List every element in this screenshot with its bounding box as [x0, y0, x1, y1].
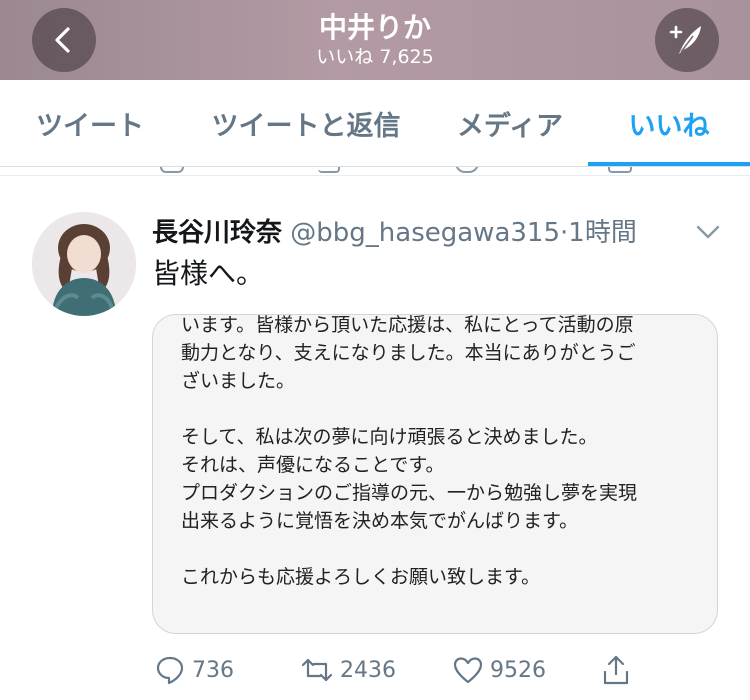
- image-text-line: そして、私は次の夢に向け頑張ると決めました。: [181, 426, 598, 448]
- tab-media-label: メディア: [456, 110, 564, 142]
- profile-tabs: ツイート ツイートと返信 メディア いいね: [0, 80, 750, 167]
- image-text-line: [181, 535, 701, 563]
- tab-likes[interactable]: いいね: [588, 80, 750, 166]
- tweet-actions: 736 2436 9526: [0, 650, 750, 694]
- image-text-line: それは、声優になることです。: [181, 454, 445, 476]
- tweet-timestamp: ·1時間: [560, 218, 637, 248]
- share-button[interactable]: [600, 654, 632, 686]
- tweet-image[interactable]: います。皆様から頂いた応援は、私にとって活動の原 動力となり、支えになりました。…: [152, 314, 718, 634]
- image-text-line: これからも応援よろしくお願い致します。: [181, 566, 541, 588]
- like-button[interactable]: 9526: [452, 654, 546, 686]
- active-tab-indicator: [588, 162, 750, 166]
- image-text-line: います。皆様から頂いた応援は、私にとって活動の原: [181, 314, 634, 336]
- tab-tweets-and-replies[interactable]: ツイートと返信: [180, 80, 432, 166]
- like-icon: [453, 657, 483, 684]
- image-text-line: 動力となり、支えになりました。本当にありがとうご: [181, 342, 636, 364]
- previous-tweet-actions: [0, 167, 750, 175]
- header-title: 中井りか: [318, 11, 431, 44]
- image-text-line: 出来るように覚悟を決め本気でがんばります。: [181, 510, 579, 532]
- retweet-count: 2436: [340, 657, 396, 683]
- chevron-down-icon[interactable]: [694, 222, 722, 242]
- like-count: 9526: [490, 657, 546, 683]
- tab-tweets-label: ツイート: [36, 110, 144, 142]
- avatar-image: [32, 212, 136, 316]
- tweet-text: 皆様へ。: [152, 257, 265, 290]
- image-text-line: [181, 395, 701, 423]
- image-text-line: ざいました。: [181, 370, 296, 392]
- user-handle[interactable]: @bbg_hasegawa315: [290, 218, 560, 248]
- header-subtitle: いいね 7,625: [316, 46, 434, 68]
- reply-icon: [156, 656, 184, 685]
- retweet-button[interactable]: 2436: [300, 654, 396, 686]
- tweet-divider: [0, 175, 750, 176]
- retweet-icon: [301, 658, 333, 682]
- tweet-author-line: 長谷川玲奈 @bbg_hasegawa315·1時間: [152, 212, 682, 249]
- tab-tweets[interactable]: ツイート: [0, 80, 180, 166]
- profile-header: 中井りか いいね 7,625: [0, 0, 750, 80]
- avatar[interactable]: [32, 212, 136, 316]
- reply-count: 736: [192, 657, 234, 683]
- compose-icon: [669, 25, 701, 54]
- tab-likes-label: いいね: [628, 110, 710, 142]
- image-text: います。皆様から頂いた応援は、私にとって活動の原 動力となり、支えになりました。…: [181, 314, 701, 591]
- display-name[interactable]: 長谷川玲奈: [152, 218, 282, 248]
- share-icon: [603, 655, 629, 685]
- compose-button[interactable]: [655, 8, 719, 72]
- image-text-line: プロダクションのご指導の元、一から勉強し夢を実現: [181, 482, 638, 504]
- tab-tweets-and-replies-label: ツイートと返信: [211, 110, 401, 142]
- tab-media[interactable]: メディア: [432, 80, 588, 166]
- reply-button[interactable]: 736: [154, 654, 234, 686]
